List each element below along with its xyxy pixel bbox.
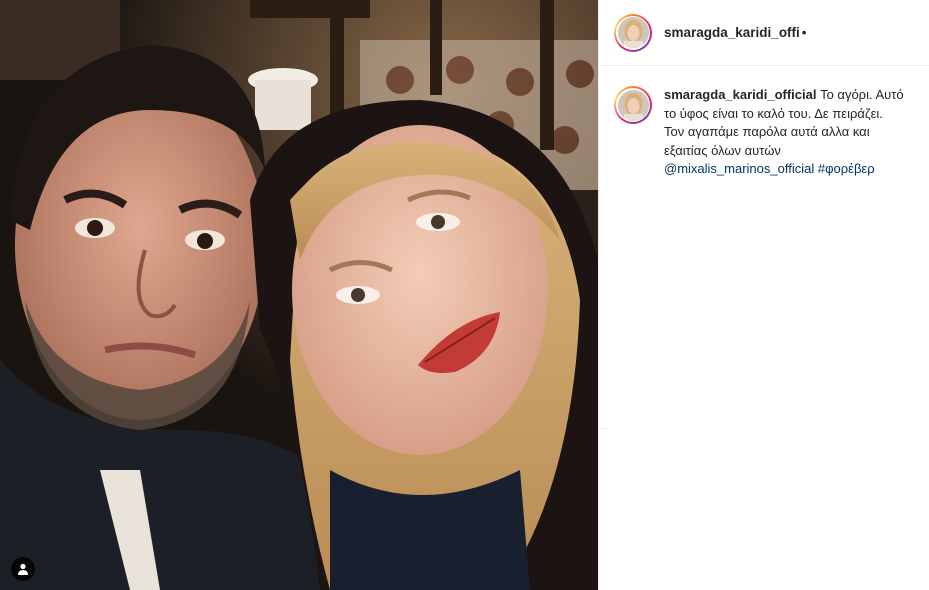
caption-hashtag[interactable]: #φορέβερ <box>818 161 875 176</box>
post-photo[interactable] <box>0 0 598 590</box>
divider <box>598 428 606 429</box>
post-photo-illustration <box>0 0 598 590</box>
avatar-image <box>617 89 649 121</box>
profile-avatar[interactable] <box>614 13 652 52</box>
avatar-image <box>617 17 649 48</box>
caption-username[interactable]: smaragda_karidi_official <box>664 87 816 102</box>
caption-text: smaragda_karidi_official Το αγόρι. Αυτό … <box>664 86 904 179</box>
post-header: smaragda_karidi_ofﬁ • <box>599 0 929 66</box>
header-separator: • <box>801 25 807 40</box>
caption-avatar[interactable] <box>614 86 652 124</box>
caption-mention[interactable]: @mixalis_marinos_official <box>664 161 814 176</box>
post-sidebar: smaragda_karidi_ofﬁ • smaragda_karidi_of… <box>598 0 929 590</box>
user-tag-button[interactable] <box>11 557 35 581</box>
user-tag-icon <box>18 563 28 575</box>
caption-comment: smaragda_karidi_official Το αγόρι. Αυτό … <box>599 66 929 179</box>
header-username[interactable]: smaragda_karidi_ofﬁ <box>664 25 800 40</box>
